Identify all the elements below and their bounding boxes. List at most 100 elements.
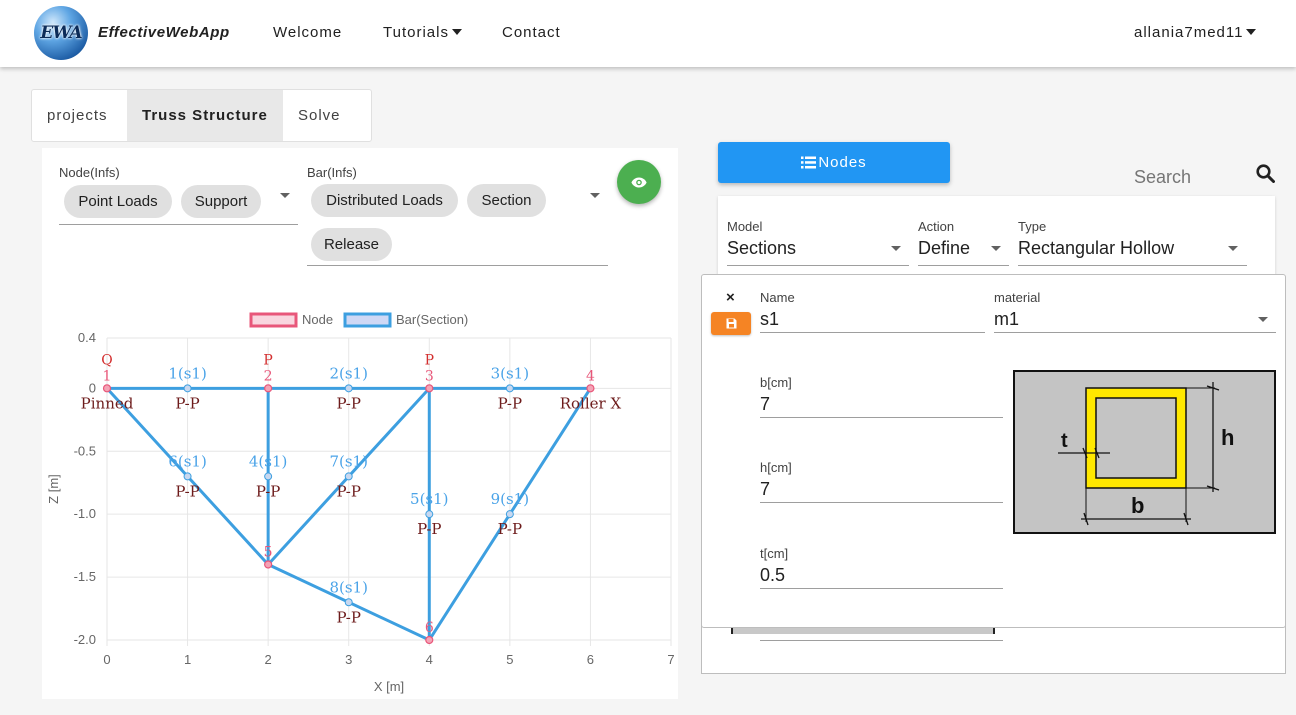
b-field[interactable] [760,391,1003,418]
user-menu[interactable]: allania7med11 [1134,24,1257,41]
bar-infos-label: Bar(Infs) [307,165,357,180]
node-support-label: Pinned [81,394,134,412]
h-dimension-label: h [1221,425,1234,450]
chip-distributed-loads[interactable]: Distributed Loads [311,184,458,217]
truss-chart[interactable]: Node Bar(Section) 0.40-0.5-1.0-1.5-2.00 1 2… [42,298,678,699]
bar-label: 3(s1) [491,364,530,382]
top-navbar: EWA EffectiveWebApp Welcome Tutorials Co… [0,0,1296,67]
bar-midpoint [183,472,192,481]
bar-midpoint [505,510,514,519]
node-point [586,384,595,393]
bar-release-label: P-P [417,520,441,538]
chip-section[interactable]: Section [467,184,546,217]
t-field[interactable] [760,562,1003,589]
node-infos-label: Node(Infs) [59,165,120,180]
bar-midpoint [344,384,353,393]
node-point [425,384,434,393]
tab-solve[interactable]: Solve [283,90,371,141]
bar-label: 9(s1) [491,490,530,508]
node-id-label: 3 [425,368,434,384]
tab-truss-structure-label: Truss Structure [142,107,268,124]
type-dropdown-icon[interactable] [1228,246,1238,251]
x-tick-label: 4 [426,652,433,667]
x-tick-label: 7 [667,652,674,667]
t-label: t[cm] [760,546,789,561]
chip-distributed-loads-label: Distributed Loads [326,192,443,209]
tab-projects[interactable]: projects [32,90,127,141]
y-tick-label: -1.5 [74,569,96,584]
h-field[interactable] [760,476,1003,503]
bar-midpoint [264,472,273,481]
caret-down-icon [451,29,462,35]
material-dropdown-icon[interactable] [1258,317,1268,322]
x-tick-label: 6 [587,652,594,667]
b-label: b[cm] [760,375,792,390]
section-diagram: h b t [1058,382,1234,526]
bar-infos-dropdown-icon[interactable] [590,193,600,198]
section-edit-card: × Name material m1 b[cm] h[cm] t[cm] h [701,274,1286,628]
tab-solve-label: Solve [298,107,341,124]
toggle-view-button[interactable] [617,160,661,204]
nav-contact[interactable]: Contact [502,24,561,41]
caret-down-icon [1246,29,1257,35]
bar-label: 2(s1) [329,364,368,382]
bar-infos-underline [307,265,608,266]
type-select-value[interactable]: Rectangular Hollow [1018,238,1174,259]
chip-release[interactable]: Release [311,228,392,261]
node-id-label: 4 [586,368,595,384]
chip-support[interactable]: Support [181,185,261,218]
model-select-value[interactable]: Sections [727,238,796,259]
rectangular-hollow-section-figure: h b t [1013,370,1276,534]
bar-label: 4(s1) [249,452,288,470]
bar-label: 5(s1) [410,490,449,508]
bar-release-label: P-P [336,482,360,500]
brand-name[interactable]: EffectiveWebApp [98,24,230,41]
tab-truss-structure[interactable]: Truss Structure [127,90,283,141]
chip-point-loads[interactable]: Point Loads [64,185,172,218]
list-icon [801,156,817,169]
background-field-underline [760,640,1003,641]
y-tick-label: -2.0 [74,632,96,647]
action-dropdown-icon[interactable] [991,246,1001,251]
node-load-label: P [425,352,434,368]
node-load-label: Q [101,352,112,368]
close-icon[interactable]: × [726,289,735,306]
node-support-label: Roller X [560,394,622,412]
model-dropdown-icon[interactable] [891,246,901,251]
section-inner-void [1095,397,1177,479]
bar-midpoint [344,598,353,607]
save-button[interactable] [711,312,751,335]
bar-label: 8(s1) [329,578,368,596]
nav-contact-label: Contact [502,24,561,41]
ewa-logo[interactable]: EWA [34,6,88,60]
material-select[interactable]: m1 [994,306,1276,333]
x-tick-label: 2 [265,652,272,667]
nodes-button-label: Nodes [818,154,867,171]
nodes-button[interactable]: Nodes [718,142,950,183]
nav-tutorials[interactable]: Tutorials [383,24,462,41]
x-tick-label: 0 [103,652,110,667]
tab-projects-label: projects [47,107,108,124]
definition-card: Model Sections Action Define Type Rectan… [718,196,1275,276]
y-tick-label: -1.0 [74,506,96,521]
bar-midpoint [344,472,353,481]
nav-welcome-label: Welcome [273,24,343,41]
nav-welcome[interactable]: Welcome [273,24,342,41]
node-point [264,560,273,569]
node-id-label: 1 [103,368,112,384]
action-select-value[interactable]: Define [918,238,970,259]
bar-label: 1(s1) [168,364,207,382]
node-infos-underline [59,224,298,225]
x-axis-title: X [m] [374,679,404,694]
t-dimension-label: t [1061,430,1068,452]
name-field[interactable] [760,306,985,333]
search-input[interactable] [1134,164,1246,190]
node-infos-dropdown-icon[interactable] [280,193,290,198]
eye-icon [631,177,647,187]
bar-midpoint [425,510,434,519]
bar-label: 7(s1) [329,452,368,470]
bar-midpoint [505,384,514,393]
search-icon[interactable] [1256,164,1275,183]
chip-section-label: Section [481,192,532,209]
logo-text: EWA [40,23,82,43]
